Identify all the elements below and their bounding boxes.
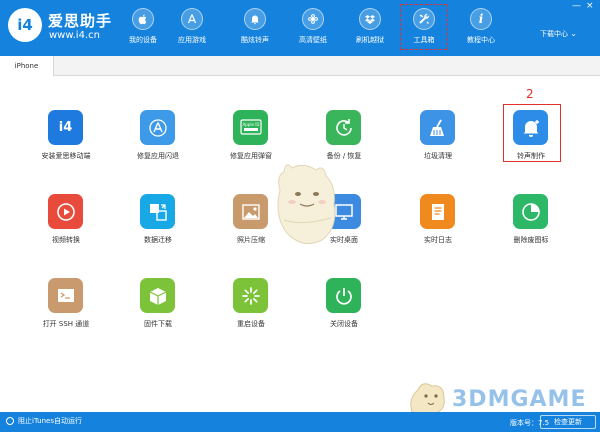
tool-data-migrate[interactable]: 数据迁移 bbox=[118, 194, 198, 254]
nav-label: 高清壁纸 bbox=[299, 36, 327, 44]
top-header: i4 爱思助手 www.i4.cn 我的设备 应用游戏 酷炫铃声 高清壁纸 刷机… bbox=[0, 0, 600, 56]
tool-label: 安装爱思移动端 bbox=[41, 152, 91, 160]
nav-wallpapers[interactable]: 高清壁纸 bbox=[285, 6, 341, 52]
tool-shutdown-device[interactable]: 关闭设备 bbox=[304, 278, 384, 338]
tool-label: 数据迁移 bbox=[144, 236, 172, 244]
tool-video-convert[interactable]: 视频转换 bbox=[26, 194, 106, 254]
tool-label: 删除废图标 bbox=[513, 236, 549, 244]
tool-label: 修复应用闪退 bbox=[137, 152, 179, 160]
radio-icon bbox=[6, 417, 14, 425]
realtime-log-icon bbox=[420, 194, 455, 229]
svg-text:Apple ID: Apple ID bbox=[242, 122, 259, 127]
photo-compress-icon bbox=[233, 194, 268, 229]
tool-label: 固件下载 bbox=[144, 320, 172, 328]
dropbox-icon bbox=[359, 8, 381, 30]
nav-label: 应用游戏 bbox=[178, 36, 206, 44]
mascot-watermark-image bbox=[277, 164, 336, 245]
download-arrow-icon: ⌄ bbox=[570, 29, 577, 38]
i4-mobile-icon: i4 bbox=[48, 110, 83, 145]
video-convert-icon bbox=[48, 194, 83, 229]
nav-ringtones[interactable]: 酷炫铃声 bbox=[227, 6, 283, 52]
nav-label: 教程中心 bbox=[467, 36, 495, 44]
tool-label: 铃声制作 bbox=[517, 152, 545, 160]
tool-junk-cleanup[interactable]: 垃圾清理 bbox=[398, 110, 478, 170]
download-center-button[interactable]: 下载中心 ⌄ bbox=[540, 29, 577, 39]
tool-firmware-download[interactable]: 固件下载 bbox=[118, 278, 198, 338]
app-store-icon bbox=[181, 8, 203, 30]
delete-icon-icon bbox=[513, 194, 548, 229]
tab-iphone[interactable]: iPhone bbox=[0, 56, 54, 76]
nav-label: 我的设备 bbox=[129, 36, 157, 44]
tool-label: 实时日志 bbox=[424, 236, 452, 244]
tool-install-i4-mobile[interactable]: i4 安装爱思移动端 bbox=[26, 110, 106, 170]
annotation-number-2: 2 bbox=[526, 87, 534, 101]
i4-logo: i4 bbox=[8, 8, 42, 42]
apple-id-icon: Apple ID bbox=[233, 110, 268, 145]
tool-open-ssh[interactable]: 打开 SSH 通道 bbox=[26, 278, 106, 338]
nav-label: 酷炫铃声 bbox=[241, 36, 269, 44]
restart-icon bbox=[233, 278, 268, 313]
brand-url: www.i4.cn bbox=[49, 30, 100, 41]
brand-name: 爱思助手 bbox=[48, 12, 113, 30]
apple-icon bbox=[132, 8, 154, 30]
bottom-status-bar: 阻止iTunes自动运行 版本号：7.5 检查更新 bbox=[0, 412, 600, 432]
download-center-label: 下载中心 bbox=[540, 30, 568, 38]
tool-delete-broken-icon[interactable]: 删除废图标 bbox=[491, 194, 571, 254]
repair-app-icon bbox=[140, 110, 175, 145]
toolbox-highlight-box bbox=[400, 4, 447, 50]
info-icon: i bbox=[470, 8, 492, 30]
ssh-terminal-icon bbox=[48, 278, 83, 313]
tool-repair-app-crash[interactable]: 修复应用闪退 bbox=[118, 110, 198, 170]
tool-label: 打开 SSH 通道 bbox=[42, 320, 90, 328]
tool-label: 垃圾清理 bbox=[424, 152, 452, 160]
check-update-button[interactable]: 检查更新 bbox=[540, 415, 596, 429]
nav-tutorials[interactable]: i 教程中心 bbox=[453, 6, 509, 52]
tool-restart-device[interactable]: 重启设备 bbox=[211, 278, 291, 338]
nav-apps-games[interactable]: 应用游戏 bbox=[164, 6, 220, 52]
ringtone-bell-icon bbox=[513, 110, 548, 145]
watermark-logo-image: 3DMGAME bbox=[410, 383, 586, 415]
block-itunes-toggle[interactable]: 阻止iTunes自动运行 bbox=[6, 416, 82, 426]
tool-ringtone-maker[interactable]: 铃声制作 bbox=[491, 110, 571, 170]
firmware-box-icon bbox=[140, 278, 175, 313]
power-icon bbox=[326, 278, 361, 313]
broom-icon bbox=[420, 110, 455, 145]
tool-label: 重启设备 bbox=[237, 320, 265, 328]
bell-icon bbox=[244, 8, 266, 30]
svg-text:3DMGAME: 3DMGAME bbox=[452, 387, 586, 412]
minimize-button[interactable]: — bbox=[572, 2, 581, 11]
tool-label: 关闭设备 bbox=[330, 320, 358, 328]
backup-restore-icon bbox=[326, 110, 361, 145]
tool-label: 视频转换 bbox=[52, 236, 80, 244]
block-itunes-label: 阻止iTunes自动运行 bbox=[18, 417, 82, 425]
app-window: i4 爱思助手 www.i4.cn 我的设备 应用游戏 酷炫铃声 高清壁纸 刷机… bbox=[0, 0, 600, 432]
data-migrate-icon bbox=[140, 194, 175, 229]
device-tab-bar: iPhone bbox=[0, 56, 600, 76]
nav-flash-jailbreak[interactable]: 刷机越狱 bbox=[342, 6, 398, 52]
close-button[interactable]: × bbox=[586, 2, 594, 11]
flower-icon bbox=[302, 8, 324, 30]
nav-my-device[interactable]: 我的设备 bbox=[115, 6, 171, 52]
tool-realtime-log[interactable]: 实时日志 bbox=[398, 194, 478, 254]
nav-label: 刷机越狱 bbox=[356, 36, 384, 44]
